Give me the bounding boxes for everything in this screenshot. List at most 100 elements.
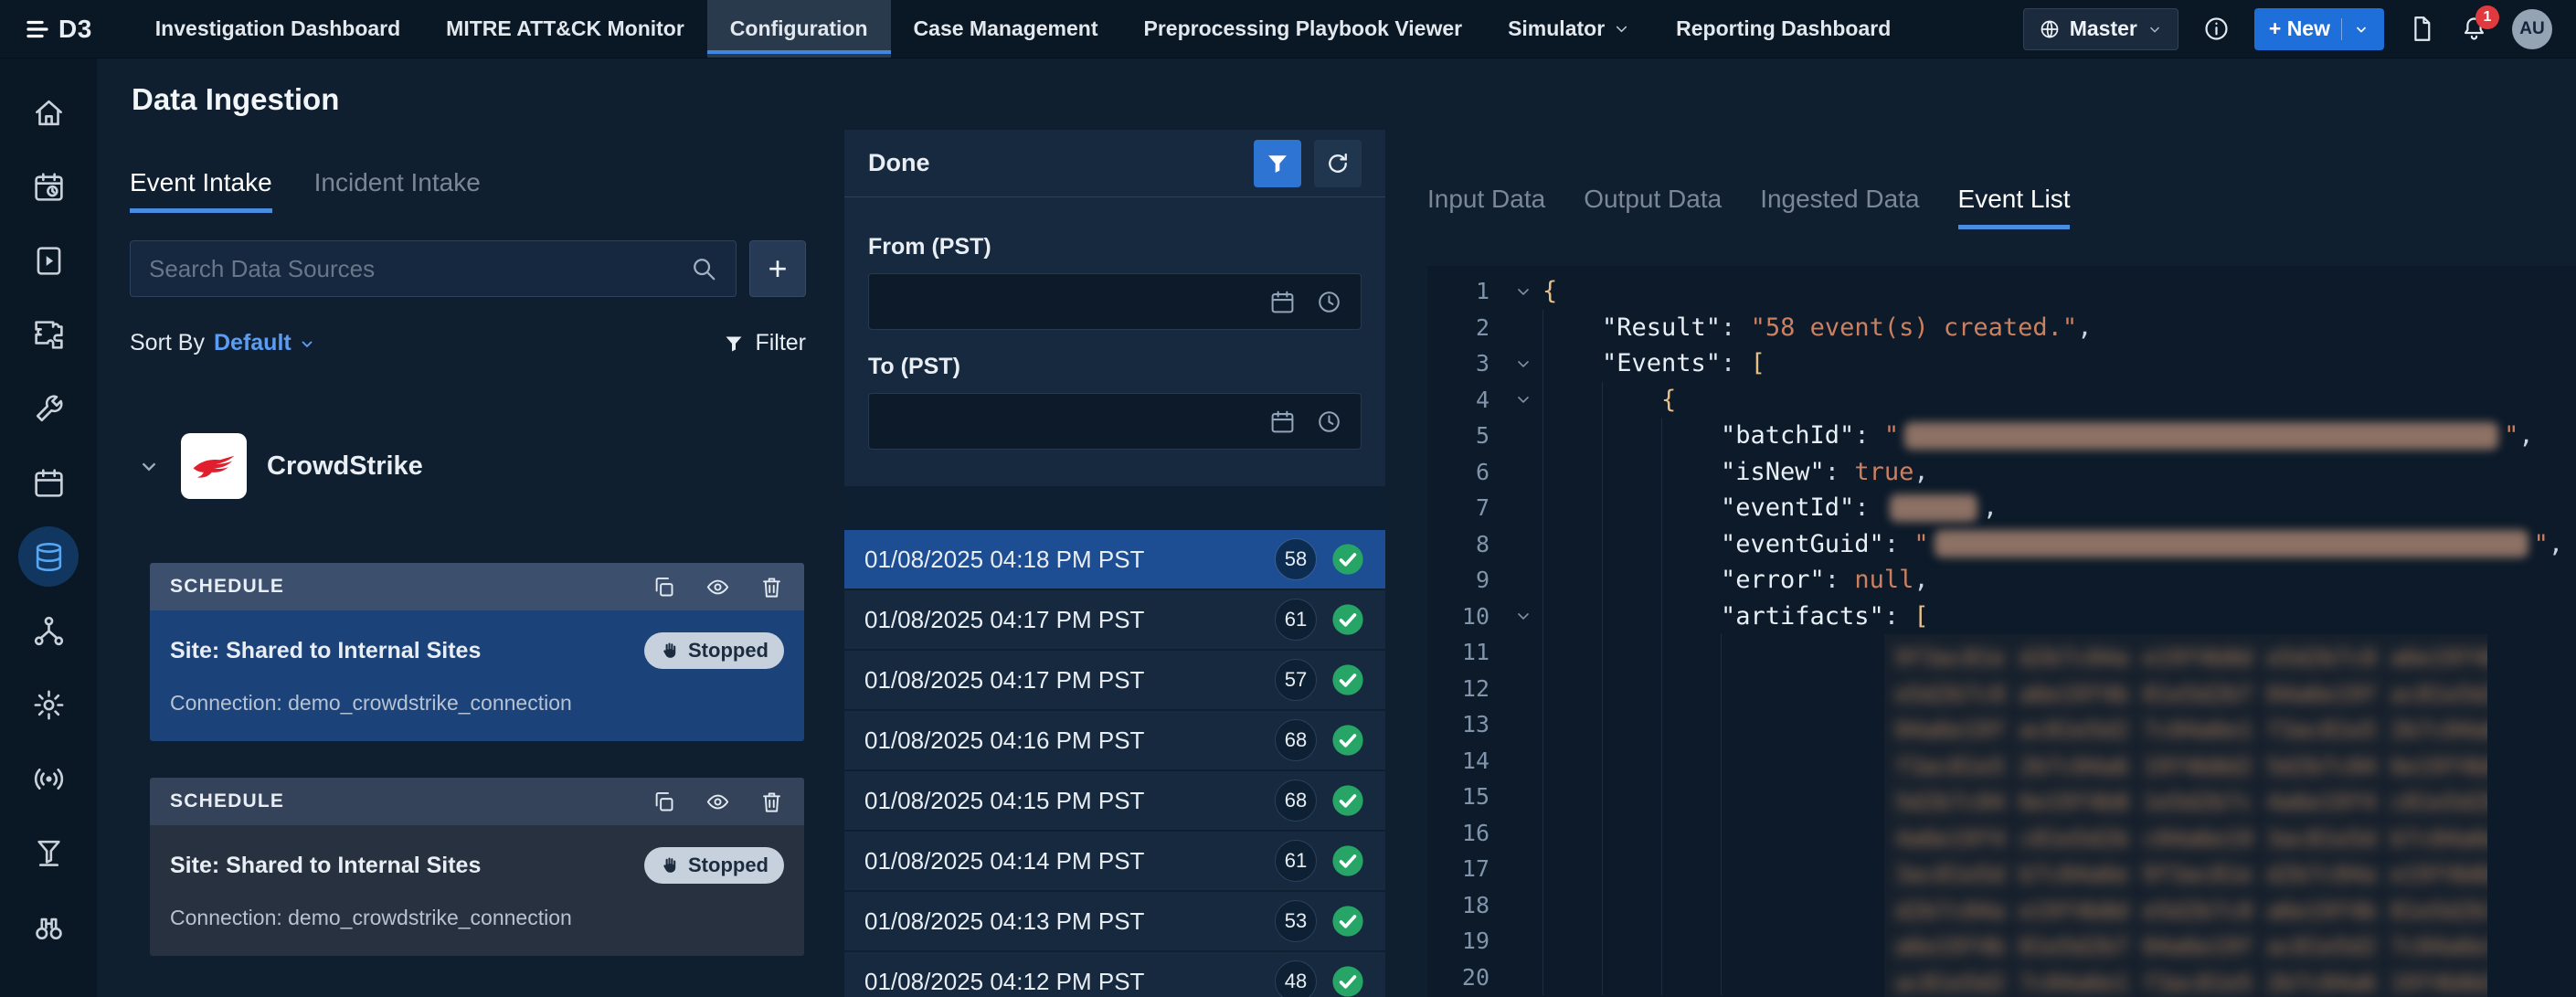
eye-icon[interactable] <box>705 790 730 814</box>
fold-chevron-icon[interactable] <box>1504 607 1542 625</box>
notification-icon[interactable]: 1 <box>2460 15 2488 43</box>
sort-by-value: Default <box>214 330 292 356</box>
job-row[interactable]: 01/08/2025 04:12 PM PST 48 <box>844 952 1385 997</box>
d3-logo[interactable]: D3 <box>24 15 92 44</box>
indent-guide <box>1721 815 1780 852</box>
nav-item-investigation-dashboard[interactable]: Investigation Dashboard <box>133 0 423 58</box>
job-row[interactable]: 01/08/2025 04:18 PM PST 58 <box>844 530 1385 589</box>
job-timestamp: 01/08/2025 04:17 PM PST <box>864 606 1144 634</box>
schedule-card[interactable]: SCHEDULE Site: Shared to Internal Sites … <box>150 778 804 956</box>
indent-guide <box>1661 418 1721 454</box>
trash-icon[interactable] <box>759 575 784 599</box>
fold-chevron-icon[interactable] <box>1504 282 1542 301</box>
code-content: "batchId": "", <box>1542 418 2576 454</box>
job-row[interactable]: 01/08/2025 04:16 PM PST 68 <box>844 711 1385 769</box>
search-input-wrap <box>130 240 737 297</box>
line-number: 16 <box>1427 820 1504 846</box>
search-input[interactable] <box>149 255 677 283</box>
refresh-button[interactable] <box>1314 140 1362 187</box>
connections-icon <box>32 614 66 648</box>
from-date-input[interactable] <box>868 273 1362 330</box>
fold-chevron-icon[interactable] <box>1504 355 1542 373</box>
nav-item-label: Preprocessing Playbook Viewer <box>1144 16 1463 41</box>
chevron-down-icon <box>2147 21 2163 37</box>
code-content: "error": null, <box>1542 562 2576 599</box>
code-content: "Result": "58 event(s) created.", <box>1542 310 2576 346</box>
schedule-card[interactable]: SCHEDULE Site: Shared to Internal Sites … <box>150 563 804 741</box>
job-row[interactable]: 01/08/2025 04:13 PM PST 53 <box>844 892 1385 950</box>
sidebar-item-calendar[interactable] <box>18 452 79 513</box>
code-content: "Events": [ <box>1542 345 2576 382</box>
code-content: { <box>1542 273 2576 310</box>
sidebar-item-home[interactable] <box>18 82 79 143</box>
indent-guide <box>1602 706 1661 743</box>
sidebar-item-connections[interactable] <box>18 600 79 661</box>
sidebar-item-investigate[interactable] <box>18 896 79 957</box>
info-icon[interactable] <box>2202 15 2231 43</box>
job-row[interactable]: 01/08/2025 04:17 PM PST 57 <box>844 651 1385 709</box>
nav-item-mitre-att-ck-monitor[interactable]: MITRE ATT&CK Monitor <box>423 0 707 58</box>
filter-button[interactable]: Filter <box>723 330 806 356</box>
indent-guide <box>1602 960 1661 996</box>
redacted-artifacts-block: 9f3ac81e d2b7c04a e19f4b8d e5d2b7c0 a6e1… <box>1884 634 2487 997</box>
job-row[interactable]: 01/08/2025 04:17 PM PST 61 <box>844 590 1385 649</box>
sidebar-item-calendar-clock[interactable] <box>18 156 79 217</box>
sidebar-item-broadcast[interactable] <box>18 748 79 809</box>
redacted-text: 9f3ac81e d2b7c04a e19f4b8d e5d2b7c0 a6e1… <box>1884 634 2487 997</box>
tools-icon <box>32 392 66 426</box>
sort-by-dropdown[interactable]: Default <box>214 330 316 356</box>
copy-icon[interactable] <box>652 575 676 599</box>
sidebar-item-data-ingestion[interactable] <box>18 526 79 587</box>
tab-output-data[interactable]: Output Data <box>1584 185 1722 229</box>
to-date-input[interactable] <box>868 393 1362 450</box>
indent-guide <box>1542 634 1602 671</box>
indent-guide <box>1542 887 1602 924</box>
indent-guide <box>1661 562 1721 599</box>
copy-icon[interactable] <box>652 790 676 814</box>
sort-by-label: Sort By <box>130 330 205 356</box>
line-number: 17 <box>1427 855 1504 882</box>
indent-guide <box>1661 490 1721 526</box>
nav-item-preprocessing-playbook-viewer[interactable]: Preprocessing Playbook Viewer <box>1121 0 1486 58</box>
sidebar-item-utilities[interactable] <box>18 822 79 883</box>
chevron-down-icon[interactable] <box>137 454 161 478</box>
eye-icon[interactable] <box>705 575 730 599</box>
job-row[interactable]: 01/08/2025 04:15 PM PST 68 <box>844 771 1385 830</box>
avatar[interactable]: AU <box>2512 9 2552 49</box>
new-button[interactable]: + New <box>2254 8 2384 50</box>
document-icon[interactable] <box>2408 15 2436 43</box>
tab-event-intake[interactable]: Event Intake <box>130 168 272 213</box>
calendar-icon[interactable] <box>1269 289 1296 315</box>
nav-item-reporting-dashboard[interactable]: Reporting Dashboard <box>1653 0 1913 58</box>
tab-incident-intake[interactable]: Incident Intake <box>314 168 481 213</box>
sidebar-item-tools[interactable] <box>18 378 79 439</box>
indent-guide <box>1602 887 1661 924</box>
add-data-source-button[interactable]: + <box>749 240 806 297</box>
calendar-icon[interactable] <box>1269 408 1296 435</box>
tab-ingested-data[interactable]: Ingested Data <box>1760 185 1919 229</box>
new-button-label: + New <box>2269 16 2330 41</box>
source-crowdstrike[interactable]: CrowdStrike <box>137 433 844 499</box>
clock-icon[interactable] <box>1316 408 1342 435</box>
tab-event-list[interactable]: Event List <box>1958 185 2071 229</box>
success-check-icon <box>1330 783 1365 818</box>
indent-guide <box>1602 599 1661 635</box>
search-icon[interactable] <box>690 255 717 282</box>
page-title: Data Ingestion <box>132 82 2576 117</box>
nav-item-simulator[interactable]: Simulator <box>1485 0 1653 58</box>
sidebar-item-integrations[interactable] <box>18 304 79 365</box>
broadcast-icon <box>32 762 66 796</box>
trash-icon[interactable] <box>759 790 784 814</box>
sidebar-item-settings[interactable] <box>18 674 79 735</box>
job-row[interactable]: 01/08/2025 04:14 PM PST 61 <box>844 832 1385 890</box>
fold-chevron-icon[interactable] <box>1504 390 1542 408</box>
indent-guide <box>1661 599 1721 635</box>
indent-guide <box>1721 960 1780 996</box>
jobs-filter-button[interactable] <box>1254 140 1301 187</box>
sidebar-item-playbook[interactable] <box>18 230 79 291</box>
tab-input-data[interactable]: Input Data <box>1427 185 1545 229</box>
nav-item-case-management[interactable]: Case Management <box>891 0 1121 58</box>
clock-icon[interactable] <box>1316 289 1342 315</box>
nav-item-configuration[interactable]: Configuration <box>707 0 891 58</box>
master-selector[interactable]: Master <box>2023 8 2178 50</box>
